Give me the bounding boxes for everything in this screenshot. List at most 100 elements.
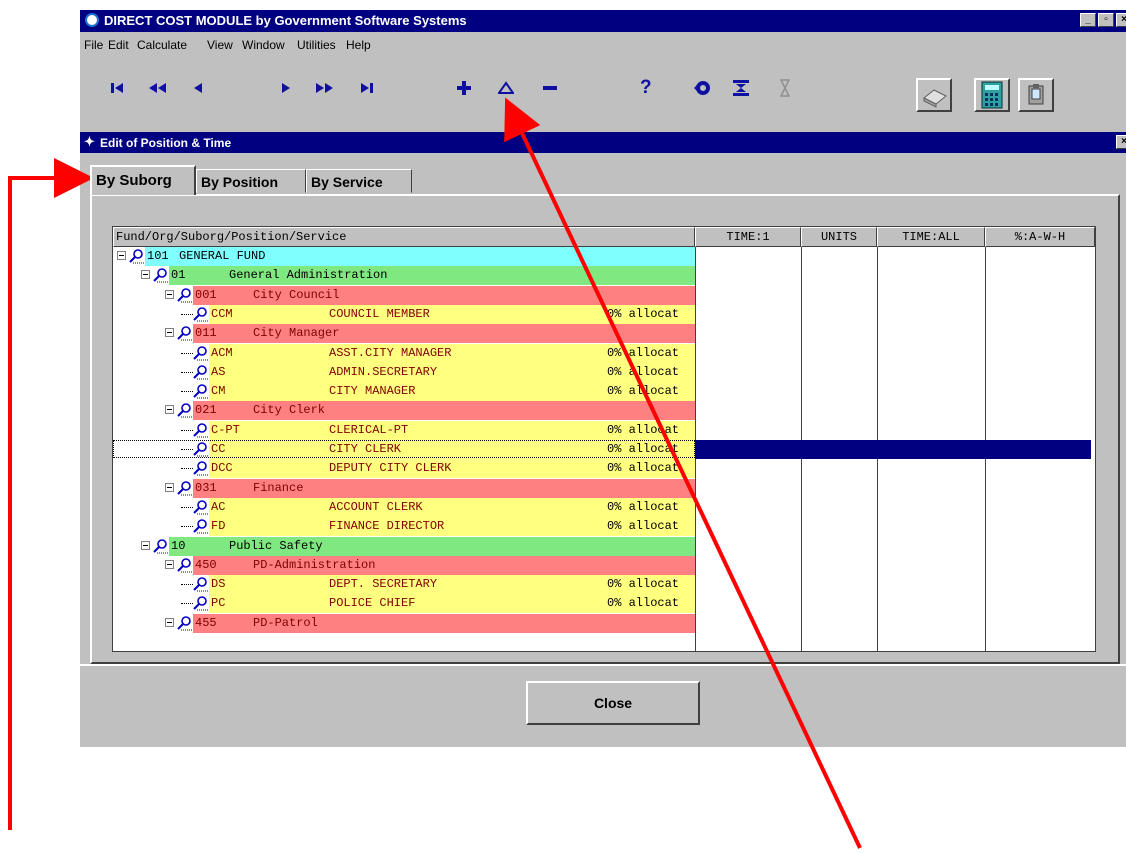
magnifier-icon[interactable] bbox=[193, 576, 209, 592]
scroll-thumb[interactable] bbox=[1095, 245, 1096, 267]
tree-row[interactable]: C-PT CLERICAL-PT 0% allocat bbox=[113, 420, 695, 440]
tree-row[interactable]: DCC DEPUTY CITY CLERK 0% allocat bbox=[113, 459, 695, 479]
scroll-down-button[interactable]: ▼ bbox=[1095, 633, 1096, 651]
selected-row-highlight[interactable] bbox=[695, 440, 1091, 459]
magnifier-icon[interactable] bbox=[153, 538, 169, 554]
collapse-toggle-icon[interactable] bbox=[141, 270, 150, 280]
restore-button[interactable]: ▫ bbox=[1098, 13, 1114, 27]
insert-record-icon[interactable] bbox=[456, 78, 472, 98]
magnifier-icon[interactable] bbox=[193, 306, 209, 322]
column-header-percent[interactable]: %:A-W-H bbox=[985, 227, 1095, 247]
clipboard-button[interactable] bbox=[1018, 78, 1054, 112]
magnifier-icon[interactable] bbox=[177, 325, 193, 341]
tree-row[interactable]: 10 Public Safety bbox=[113, 536, 695, 556]
row-name: PD-Patrol bbox=[253, 615, 318, 630]
tab-by-suborg[interactable]: By Suborg bbox=[90, 165, 196, 195]
magnifier-icon[interactable] bbox=[193, 595, 209, 611]
row-name: CLERICAL-PT bbox=[329, 422, 409, 437]
tree-row[interactable]: 101 GENERAL FUND bbox=[113, 247, 695, 266]
tab-by-position[interactable]: By Position bbox=[196, 169, 306, 193]
collapse-toggle-icon[interactable] bbox=[165, 328, 174, 338]
collapse-toggle-icon[interactable] bbox=[141, 540, 150, 550]
scroll-up-button[interactable]: ▲ bbox=[1095, 227, 1096, 245]
previous-record-icon[interactable] bbox=[192, 78, 204, 98]
magnifier-icon[interactable] bbox=[193, 518, 209, 534]
expand-icon[interactable] bbox=[498, 78, 514, 98]
tree-row[interactable]: AS ADMIN.SECRETARY 0% allocat bbox=[113, 362, 695, 382]
last-record-icon[interactable] bbox=[360, 78, 374, 98]
child-window-titlebar[interactable]: ✦ Edit of Position & Time × bbox=[80, 132, 1126, 153]
magnifier-icon[interactable] bbox=[177, 615, 193, 631]
magnifier-icon[interactable] bbox=[153, 267, 169, 283]
magnifier-icon[interactable] bbox=[177, 287, 193, 303]
column-header-units[interactable]: UNITS bbox=[801, 227, 877, 247]
tree-row[interactable]: 021 City Clerk bbox=[113, 401, 695, 421]
close-button[interactable]: Close bbox=[526, 681, 700, 725]
row-name: Public Safety bbox=[229, 538, 323, 553]
magnifier-icon[interactable] bbox=[193, 460, 209, 476]
tree-row[interactable]: 031 Finance bbox=[113, 478, 695, 498]
tree-row[interactable]: CCM COUNCIL MEMBER 0% allocat bbox=[113, 304, 695, 324]
collapse-toggle-icon[interactable] bbox=[165, 559, 174, 569]
collapse-toggle-icon[interactable] bbox=[165, 617, 174, 627]
help-icon[interactable]: ? bbox=[640, 78, 652, 98]
tree-row[interactable]: DS DEPT. SECRETARY 0% allocat bbox=[113, 575, 695, 595]
scroll-track[interactable] bbox=[1095, 245, 1096, 633]
hourglass-icon[interactable] bbox=[780, 78, 790, 98]
magnifier-icon[interactable] bbox=[193, 364, 209, 380]
menu-window[interactable]: Window bbox=[242, 38, 285, 52]
tree-row[interactable]: ACM ASST.CITY MANAGER 0% allocat bbox=[113, 343, 695, 363]
tree-row[interactable]: AC ACCOUNT CLERK 0% allocat bbox=[113, 497, 695, 517]
magnifier-icon[interactable] bbox=[193, 383, 209, 399]
tab-by-service[interactable]: By Service bbox=[306, 169, 412, 193]
collapse-toggle-icon[interactable] bbox=[165, 289, 174, 299]
magnifier-icon[interactable] bbox=[177, 480, 193, 496]
magnifier-icon[interactable] bbox=[177, 557, 193, 573]
child-close-button[interactable]: × bbox=[1116, 135, 1126, 149]
next-record-icon[interactable] bbox=[280, 78, 292, 98]
magnifier-icon[interactable] bbox=[129, 248, 145, 264]
menu-view[interactable]: View bbox=[207, 38, 233, 52]
collapse-toggle-icon[interactable] bbox=[165, 405, 174, 415]
row-name: General Administration bbox=[229, 268, 388, 283]
collapse-toggle-icon[interactable] bbox=[117, 251, 126, 260]
first-record-icon[interactable] bbox=[110, 78, 124, 98]
printer-button[interactable] bbox=[916, 78, 952, 112]
calculator-button[interactable] bbox=[974, 78, 1010, 112]
column-header-tree[interactable]: Fund/Org/Suborg/Position/Service bbox=[113, 227, 695, 247]
previous-page-icon[interactable] bbox=[146, 78, 168, 98]
tree-row[interactable]: 450 PD-Administration bbox=[113, 555, 695, 575]
row-name: ACCOUNT CLERK bbox=[329, 499, 423, 514]
row-code: 021 bbox=[195, 403, 217, 418]
tree-row[interactable]: PC POLICE CHIEF 0% allocat bbox=[113, 594, 695, 614]
menu-calculate[interactable]: Calculate bbox=[137, 38, 187, 52]
row-name: COUNCIL MEMBER bbox=[329, 306, 430, 321]
tree-row[interactable]: 01 General Administration bbox=[113, 266, 695, 286]
menu-utilities[interactable]: Utilities bbox=[297, 38, 336, 52]
menu-help[interactable]: Help bbox=[346, 38, 371, 52]
magnifier-icon[interactable] bbox=[193, 422, 209, 438]
tree-row[interactable]: 455 PD-Patrol bbox=[113, 613, 695, 633]
app-icon[interactable] bbox=[85, 13, 99, 27]
menu-edit[interactable]: Edit bbox=[108, 38, 129, 52]
tree-row[interactable]: 001 City Council bbox=[113, 285, 695, 305]
window-titlebar[interactable]: DIRECT COST MODULE by Government Softwar… bbox=[80, 10, 1126, 32]
menu-file[interactable]: File bbox=[84, 38, 103, 52]
tree-row[interactable]: 011 City Manager bbox=[113, 324, 695, 344]
magnifier-icon[interactable] bbox=[193, 345, 209, 361]
minimize-button[interactable]: _ bbox=[1080, 13, 1096, 27]
vertical-scrollbar[interactable]: ▲ ▼ bbox=[1095, 227, 1096, 651]
delete-record-icon[interactable] bbox=[542, 78, 558, 98]
magnifier-icon[interactable] bbox=[177, 402, 193, 418]
printer-icon bbox=[923, 89, 947, 108]
tree-row[interactable]: CM CITY MANAGER 0% allocat bbox=[113, 382, 695, 402]
collapse-all-icon[interactable] bbox=[732, 78, 750, 98]
next-page-icon[interactable] bbox=[314, 78, 336, 98]
magnifier-icon[interactable] bbox=[193, 499, 209, 515]
column-header-time-all[interactable]: TIME:ALL bbox=[877, 227, 985, 247]
tree-row[interactable]: FD FINANCE DIRECTOR 0% allocat bbox=[113, 517, 695, 537]
refresh-icon[interactable] bbox=[694, 78, 712, 98]
close-window-button[interactable]: × bbox=[1116, 13, 1126, 27]
collapse-toggle-icon[interactable] bbox=[165, 482, 174, 492]
column-header-time1[interactable]: TIME:1 bbox=[695, 227, 801, 247]
